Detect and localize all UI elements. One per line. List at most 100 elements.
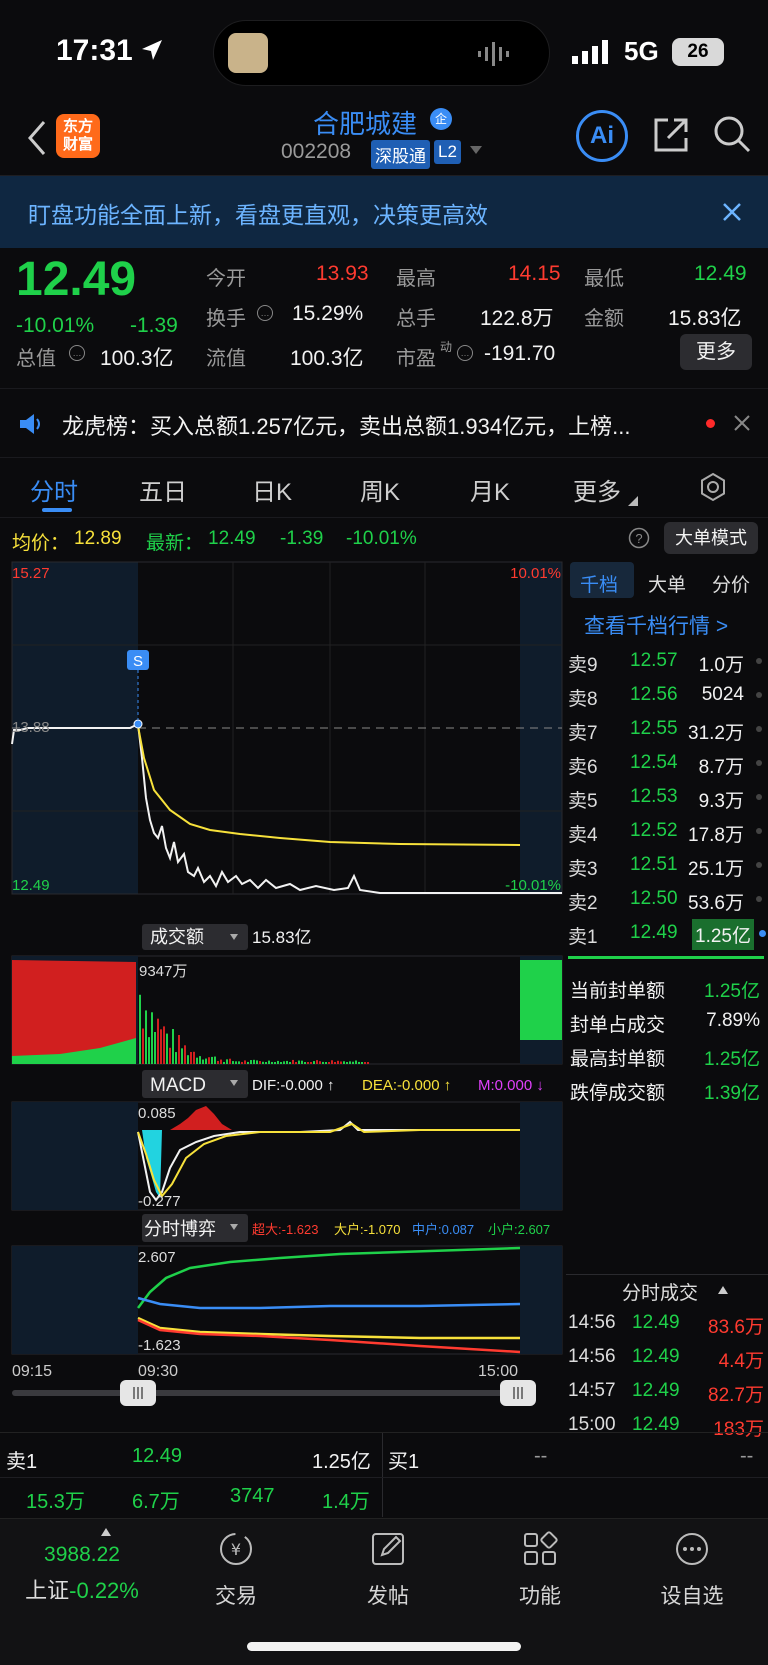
big-order-mode-button[interactable]: 大单模式 (664, 522, 758, 554)
ask-volume: 1.0万 (698, 655, 744, 676)
range-slider-right-handle[interactable] (500, 1380, 536, 1406)
ask-row[interactable]: 卖5 12.53 9.3万 (566, 780, 768, 814)
trade-time: 14:57 (568, 1380, 616, 1401)
ask-row[interactable]: 卖6 12.54 8.7万 (566, 746, 768, 780)
summary-value-2: 6.7万 (132, 1491, 180, 1513)
volume-bar (184, 1045, 186, 1064)
close-icon[interactable] (734, 415, 750, 431)
dragon-tiger-notice[interactable]: 龙虎榜：买入总额1.257亿元，卖出总额1.934亿元，上榜... (0, 388, 768, 458)
more-button[interactable]: 更多 (680, 334, 752, 370)
stock-code: 002208 (281, 140, 352, 163)
large-investor-line (137, 1316, 520, 1340)
ask-row[interactable]: 卖3 12.51 25.1万 (566, 848, 768, 882)
range-slider-left-handle[interactable] (120, 1380, 156, 1406)
float-cap-label: 流值 (206, 348, 246, 370)
book-tab-big-order[interactable]: 大单 (648, 570, 686, 597)
tab-more[interactable]: 更多 (573, 472, 621, 507)
range-slider-track[interactable] (12, 1390, 534, 1396)
promo-banner[interactable]: 盯盘功能全面上新，看盘更直观，决策更高效 (0, 176, 768, 248)
trade-price: 12.49 (632, 1380, 680, 1401)
pe-value: -191.70 (484, 342, 556, 365)
divider (566, 1274, 768, 1275)
home-indicator[interactable] (247, 1642, 521, 1651)
book-tab-price-distribution[interactable]: 分价 (712, 570, 750, 597)
volume-bar (193, 1051, 195, 1064)
volume-bar (196, 1057, 198, 1064)
buy1-volume: -- (740, 1445, 754, 1467)
ask-row[interactable]: 卖2 12.50 53.6万 (566, 882, 768, 916)
open-label: 今开 (206, 268, 246, 290)
status-dot (756, 896, 762, 902)
seal-value: 1.25亿 (704, 1049, 760, 1070)
intraday-chart-svg[interactable]: S 15.27 13.88 12.49 10.01% -10.01% 成交额 1… (0, 558, 566, 1398)
tab-intraday[interactable]: 分时 (30, 472, 78, 507)
nav-post[interactable]: 发帖 (333, 1529, 443, 1610)
chevron-up-icon (101, 1528, 111, 1536)
trade-price: 12.49 (632, 1312, 680, 1333)
ask-label: 卖1 (568, 927, 598, 948)
amount-value: 15.83亿 (668, 307, 742, 330)
seal-value: 1.25亿 (704, 981, 760, 1002)
tab-daily-k[interactable]: 日K (252, 472, 292, 507)
info-icon[interactable]: … (456, 344, 474, 362)
ask-row[interactable]: 卖4 12.52 17.8万 (566, 814, 768, 848)
stock-name[interactable]: 合肥城建 (313, 104, 417, 141)
volume-label: 成交额 (150, 927, 204, 947)
ask-row[interactable]: 卖8 12.56 5024 (566, 678, 768, 712)
back-arrow-icon[interactable] (24, 118, 48, 158)
ai-button[interactable]: Ai (576, 110, 628, 162)
chevron-down-icon[interactable] (470, 146, 482, 154)
turnover-value: 15.29% (292, 302, 364, 325)
avg-label: 均价： (12, 533, 70, 554)
post-market-zone (520, 1246, 562, 1354)
nav-trade[interactable]: ¥ 交易 (181, 1529, 291, 1610)
view-full-depth-link[interactable]: 查看千档行情 > (584, 610, 728, 640)
nav-functions[interactable]: 功能 (485, 1529, 595, 1610)
tab-five-day[interactable]: 五日 (139, 472, 187, 507)
volume-bar (208, 1057, 210, 1064)
status-dot (759, 930, 766, 937)
medium-flow: 中户:0.087 (412, 1222, 474, 1237)
volume-axis-max: 9347万 (139, 963, 187, 980)
volume-bar (289, 1062, 291, 1064)
book-tab-depth[interactable]: 千档 (580, 570, 618, 597)
search-icon[interactable] (712, 114, 752, 154)
macd-label: MACD (150, 1075, 206, 1096)
battery-icon: 26 (672, 38, 724, 66)
signal-marker-dot[interactable] (133, 719, 143, 729)
trades-title[interactable]: 分时成交 (622, 1278, 698, 1305)
volume-bar (223, 1061, 225, 1064)
nav-watchlist[interactable]: 设自选 (637, 1529, 747, 1610)
seal-row: 最高封单额 1.25亿 (566, 1038, 768, 1072)
info-icon[interactable]: … (68, 344, 86, 362)
help-icon[interactable]: ? (628, 527, 650, 549)
status-dot (756, 794, 762, 800)
grid-apps-icon (524, 1531, 558, 1565)
volume-bar (142, 1028, 144, 1064)
macd-dea: DEA:-0.000 ↑ (362, 1077, 451, 1094)
low-label: 最低 (584, 268, 624, 290)
tab-monthly-k[interactable]: 月K (470, 472, 510, 507)
gear-icon[interactable] (698, 472, 728, 502)
info-icon[interactable]: … (256, 304, 274, 322)
volume-bar (139, 994, 141, 1064)
ask-price: 12.49 (630, 922, 678, 943)
index-ticker[interactable]: 3988.22 上证-0.22% (24, 1523, 140, 1605)
close-icon[interactable] (722, 202, 742, 222)
ask-row[interactable]: 卖7 12.55 31.2万 (566, 712, 768, 746)
chevron-up-icon[interactable] (718, 1286, 728, 1294)
ask-price: 12.56 (630, 684, 678, 705)
avg-value: 12.89 (74, 528, 122, 549)
volume-bar (199, 1056, 201, 1064)
tab-weekly-k[interactable]: 周K (360, 472, 400, 507)
ask-row[interactable]: 卖9 12.57 1.0万 (566, 644, 768, 678)
share-icon[interactable] (652, 116, 690, 154)
seal-row: 封单占成交 7.89% (566, 1004, 768, 1038)
ask-row[interactable]: 卖1 12.49 1.25亿 (566, 916, 768, 950)
status-time: 17:31 (56, 34, 133, 67)
change-percent: -10.01% (16, 314, 95, 337)
limit-down-divider (568, 956, 764, 959)
volume-bar (244, 1060, 246, 1064)
small-investor-line (137, 1246, 521, 1309)
price-axis-mid: 13.88 (12, 719, 50, 736)
